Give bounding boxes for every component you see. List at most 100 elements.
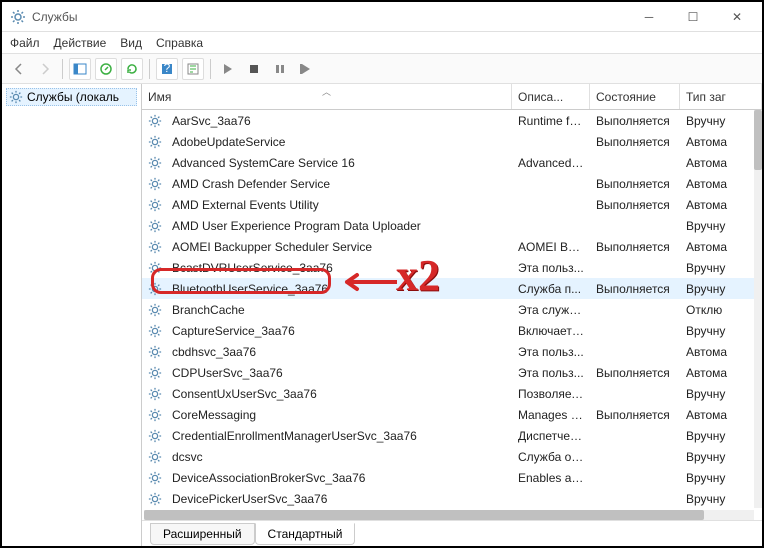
service-desc: AOMEI Bac... bbox=[512, 240, 590, 254]
service-start: Отклю bbox=[680, 303, 762, 317]
service-row[interactable]: AMD Crash Defender ServiceВыполняетсяАвт… bbox=[142, 173, 762, 194]
service-state: Выполняется bbox=[590, 282, 680, 296]
service-desc: Эта служб... bbox=[512, 303, 590, 317]
service-desc: Manages c... bbox=[512, 408, 590, 422]
service-row[interactable]: Advanced SystemCare Service 16Advanced .… bbox=[142, 152, 762, 173]
gear-icon bbox=[148, 240, 162, 254]
column-state[interactable]: Состояние bbox=[590, 84, 680, 109]
service-state: Выполняется bbox=[590, 177, 680, 191]
tree-root-services[interactable]: Службы (локаль bbox=[6, 88, 137, 106]
service-name: AMD Crash Defender Service bbox=[166, 177, 512, 191]
service-row[interactable]: CaptureService_3aa76Включает ...Вручну bbox=[142, 320, 762, 341]
tab-standard[interactable]: Стандартный bbox=[255, 523, 356, 545]
service-row[interactable]: cbdhsvc_3aa76Эта польз...Автома bbox=[142, 341, 762, 362]
service-name: Advanced SystemCare Service 16 bbox=[166, 156, 512, 170]
gear-icon bbox=[9, 90, 23, 104]
service-row[interactable]: DevicePickerUserSvc_3aa76 Вручну bbox=[142, 488, 762, 508]
menu-action[interactable]: Действие bbox=[54, 36, 107, 50]
minimize-button[interactable]: ─ bbox=[632, 6, 666, 28]
service-state: Выполняется bbox=[590, 366, 680, 380]
service-state: Выполняется bbox=[590, 114, 680, 128]
horizontal-scrollbar[interactable] bbox=[144, 510, 754, 520]
service-name: dcsvc bbox=[166, 450, 512, 464]
tab-extended[interactable]: Расширенный bbox=[150, 523, 255, 545]
menu-help[interactable]: Справка bbox=[156, 36, 203, 50]
gear-icon bbox=[148, 408, 162, 422]
service-desc: Позволяет... bbox=[512, 387, 590, 401]
service-desc: Эта польз... bbox=[512, 261, 590, 275]
service-start: Вручну bbox=[680, 492, 762, 506]
gear-icon bbox=[148, 219, 162, 233]
service-row[interactable]: dcsvcСлужба об... Вручну bbox=[142, 446, 762, 467]
service-start: Вручну bbox=[680, 261, 762, 275]
service-state: Выполняется bbox=[590, 240, 680, 254]
service-name: DevicePickerUserSvc_3aa76 bbox=[166, 492, 512, 506]
service-start: Вручну bbox=[680, 429, 762, 443]
tree-root-label: Службы (локаль bbox=[27, 90, 119, 104]
service-start: Вручну bbox=[680, 282, 762, 296]
help-button[interactable]: ? bbox=[156, 58, 178, 80]
menu-view[interactable]: Вид bbox=[120, 36, 142, 50]
start-service-button[interactable] bbox=[217, 58, 239, 80]
service-row[interactable]: ConsentUxUserSvc_3aa76Позволяет...Вручну bbox=[142, 383, 762, 404]
service-row[interactable]: AdobeUpdateServiceВыполняетсяАвтома bbox=[142, 131, 762, 152]
column-startup[interactable]: Тип заг bbox=[680, 84, 762, 109]
gear-icon bbox=[148, 450, 162, 464]
column-description[interactable]: Описа... bbox=[512, 84, 590, 109]
service-desc: Диспетчер... bbox=[512, 429, 590, 443]
maximize-button[interactable]: ☐ bbox=[676, 6, 710, 28]
service-desc: Advanced ... bbox=[512, 156, 590, 170]
service-start: Автома bbox=[680, 240, 762, 254]
service-start: Вручну bbox=[680, 219, 762, 233]
service-row[interactable]: AOMEI Backupper Scheduler ServiceAOMEI B… bbox=[142, 236, 762, 257]
service-row[interactable]: BluetoothUserService_3aa76Служба п...Вып… bbox=[142, 278, 762, 299]
service-row[interactable]: CredentialEnrollmentManagerUserSvc_3aa76… bbox=[142, 425, 762, 446]
column-name[interactable]: ︿Имя bbox=[142, 84, 512, 109]
service-start: Вручну bbox=[680, 450, 762, 464]
close-button[interactable]: ✕ bbox=[720, 6, 754, 28]
back-button[interactable] bbox=[8, 58, 30, 80]
gear-icon bbox=[148, 471, 162, 485]
gear-icon bbox=[148, 135, 162, 149]
service-name: BluetoothUserService_3aa76 bbox=[166, 282, 512, 296]
service-start: Автома bbox=[680, 198, 762, 212]
show-hide-pane-button[interactable] bbox=[69, 58, 91, 80]
service-name: AOMEI Backupper Scheduler Service bbox=[166, 240, 512, 254]
restart-service-button[interactable] bbox=[295, 58, 317, 80]
service-row[interactable]: CoreMessagingManages c...ВыполняетсяАвто… bbox=[142, 404, 762, 425]
properties-button[interactable] bbox=[95, 58, 117, 80]
export-button[interactable] bbox=[182, 58, 204, 80]
service-row[interactable]: AarSvc_3aa76Runtime fo...ВыполняетсяВруч… bbox=[142, 110, 762, 131]
service-desc: Служба об... bbox=[512, 450, 590, 464]
service-start: Вручну bbox=[680, 114, 762, 128]
gear-icon bbox=[148, 156, 162, 170]
service-start: Вручну bbox=[680, 387, 762, 401]
service-start: Вручну bbox=[680, 471, 762, 485]
service-state: Выполняется bbox=[590, 135, 680, 149]
service-start: Автома bbox=[680, 135, 762, 149]
pause-service-button[interactable] bbox=[269, 58, 291, 80]
refresh-button[interactable] bbox=[121, 58, 143, 80]
service-name: CaptureService_3aa76 bbox=[166, 324, 512, 338]
window-title: Службы bbox=[32, 10, 632, 24]
menu-file[interactable]: Файл bbox=[10, 36, 40, 50]
service-name: BranchCache bbox=[166, 303, 512, 317]
service-name: AMD User Experience Program Data Uploade… bbox=[166, 219, 512, 233]
service-name: AarSvc_3aa76 bbox=[166, 114, 512, 128]
service-start: Вручну bbox=[680, 324, 762, 338]
service-row[interactable]: AMD User Experience Program Data Uploade… bbox=[142, 215, 762, 236]
service-row[interactable]: DeviceAssociationBrokerSvc_3aa76Enables … bbox=[142, 467, 762, 488]
gear-icon bbox=[148, 324, 162, 338]
column-headers: ︿Имя Описа... Состояние Тип заг bbox=[142, 84, 762, 110]
service-name: CDPUserSvc_3aa76 bbox=[166, 366, 512, 380]
service-row[interactable]: AMD External Events UtilityВыполняетсяАв… bbox=[142, 194, 762, 215]
service-row[interactable]: BcastDVRUserService_3aa76Эта польз...Вру… bbox=[142, 257, 762, 278]
forward-button[interactable] bbox=[34, 58, 56, 80]
service-desc: Эта польз... bbox=[512, 345, 590, 359]
gear-icon bbox=[148, 366, 162, 380]
stop-service-button[interactable] bbox=[243, 58, 265, 80]
service-row[interactable]: BranchCacheЭта служб... Отклю bbox=[142, 299, 762, 320]
service-row[interactable]: CDPUserSvc_3aa76Эта польз...ВыполняетсяА… bbox=[142, 362, 762, 383]
vertical-scrollbar[interactable] bbox=[754, 110, 762, 508]
services-icon bbox=[10, 9, 26, 25]
